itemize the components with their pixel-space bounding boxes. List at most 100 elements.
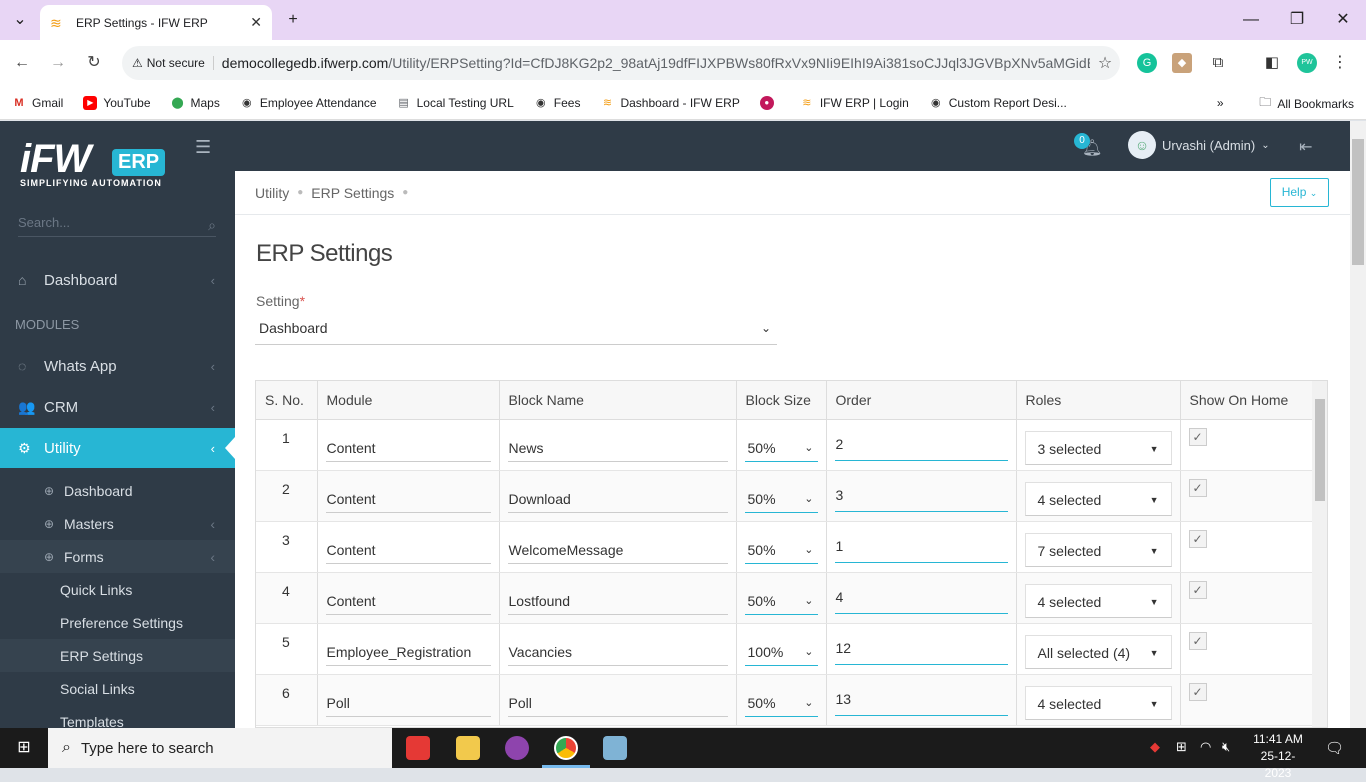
restore-icon[interactable]: ❐ <box>1274 0 1320 40</box>
anydesk-app-icon[interactable] <box>406 736 430 760</box>
order-input[interactable]: 2 <box>834 431 1008 461</box>
sidebar-link-quick-links[interactable]: Quick Links <box>0 573 235 606</box>
not-secure-indicator[interactable]: ⚠ Not secure <box>132 56 214 70</box>
sidebar-item-utility[interactable]: ⚙ Utility ‹ <box>0 428 235 468</box>
sidebar-sub-dashboard[interactable]: ⊕ Dashboard <box>0 474 235 507</box>
wifi-icon[interactable]: ◠ <box>1200 739 1211 755</box>
block-size-select[interactable]: 50% ⌄ <box>744 434 818 462</box>
sidebar-item-whatsapp[interactable]: ◌ Whats App ‹ <box>0 346 235 386</box>
block-size-select[interactable]: 50% ⌄ <box>744 587 818 615</box>
order-input[interactable]: 4 <box>834 584 1008 614</box>
menu-kebab-icon[interactable]: ⋮ <box>1330 53 1350 73</box>
bookmark-gmail[interactable]: M Gmail <box>12 96 63 110</box>
anydesk-tray-icon[interactable]: ◆ <box>1150 739 1160 755</box>
bookmark-maps[interactable]: ⬤ Maps <box>171 96 220 110</box>
sidebar-item-dashboard[interactable]: ⌂ Dashboard ‹ <box>0 260 235 300</box>
logout-icon[interactable]: ⇤ <box>1299 137 1312 157</box>
taskbar-search[interactable]: ⌕ Type here to search <box>48 728 392 768</box>
notepad-app-icon[interactable] <box>603 736 627 760</box>
network-tray-icon[interactable]: ⊞ <box>1176 739 1187 755</box>
bookmark-dashboard-ifw[interactable]: ≋ Dashboard - IFW ERP <box>600 96 740 110</box>
roles-multiselect[interactable]: All selected (4) ▼ <box>1024 634 1172 669</box>
bookmark-youtube[interactable]: ▶ YouTube <box>83 95 151 110</box>
help-button[interactable]: Help ⌄ <box>1270 178 1329 207</box>
page-scrollbar[interactable] <box>1350 121 1366 728</box>
extensions-puzzle-icon[interactable]: ⧉ <box>1208 53 1228 73</box>
bookmark-custom-report[interactable]: ◉ Custom Report Desi... <box>929 96 1067 110</box>
windows-start-icon[interactable]: ⊞ <box>0 728 48 768</box>
sidebar-sub-masters[interactable]: ⊕ Masters ‹ <box>0 507 235 540</box>
sidebar-link-templates[interactable]: Templates <box>0 705 235 729</box>
table-scrollbar-thumb[interactable] <box>1315 399 1325 501</box>
order-input[interactable]: 13 <box>834 686 1008 716</box>
bookmark-red-site[interactable]: ● <box>759 95 780 110</box>
hamburger-menu-icon[interactable]: ☰ <box>195 137 211 158</box>
sidebar-sub-forms[interactable]: ⊕ Forms ‹ <box>0 540 235 573</box>
file-explorer-icon[interactable] <box>456 736 480 760</box>
roles-multiselect[interactable]: 3 selected ▼ <box>1024 430 1172 465</box>
side-panel-icon[interactable]: ◧ <box>1262 53 1282 73</box>
search-icon[interactable]: ⌕ <box>208 211 216 239</box>
new-tab-icon[interactable]: + <box>270 0 316 40</box>
browser-tab[interactable]: ≋ ERP Settings - IFW ERP ✕ <box>40 5 272 40</box>
bookmark-local-testing[interactable]: ▤ Local Testing URL <box>397 96 513 110</box>
all-bookmarks[interactable]: 🗀 All Bookmarks <box>1259 93 1354 114</box>
block-name-field[interactable]: Download <box>507 485 728 513</box>
sidebar-item-crm[interactable]: 👥 CRM ‹ <box>0 387 235 427</box>
sidebar-link-social-links[interactable]: Social Links <box>0 672 235 705</box>
show-on-home-checkbox[interactable]: ✓ <box>1188 478 1207 497</box>
ifw-erp-logo[interactable]: iFW ERP SIMPLIFYING AUTOMATION <box>18 131 218 191</box>
extension-icon[interactable]: ◆ <box>1172 53 1192 73</box>
close-window-icon[interactable]: ✕ <box>1320 0 1366 40</box>
roles-multiselect[interactable]: 7 selected ▼ <box>1024 532 1172 567</box>
sidebar-link-erp-settings[interactable]: ERP Settings <box>0 639 235 672</box>
roles-multiselect[interactable]: 4 selected ▼ <box>1024 583 1172 618</box>
block-name-field[interactable]: Poll <box>507 689 728 717</box>
chrome-app-icon[interactable] <box>554 736 578 760</box>
volume-muted-icon[interactable]: 🔇︎ <box>1222 739 1230 755</box>
block-size-select[interactable]: 50% ⌄ <box>744 689 818 717</box>
breadcrumb-utility[interactable]: Utility <box>255 185 289 201</box>
table-scrollbar[interactable] <box>1312 381 1327 727</box>
bookmarks-overflow-icon[interactable]: » <box>1217 96 1224 110</box>
grammarly-extension-icon[interactable]: G <box>1137 53 1157 73</box>
block-name-field[interactable]: Vacancies <box>507 638 728 666</box>
user-menu[interactable]: ☺ Urvashi (Admin) ⌄ <box>1128 131 1270 159</box>
module-field[interactable]: Content <box>325 485 491 513</box>
module-field[interactable]: Employee_Registration <box>325 638 491 666</box>
close-tab-icon[interactable]: ✕ <box>250 14 262 31</box>
roles-multiselect[interactable]: 4 selected ▼ <box>1024 481 1172 516</box>
sidebar-link-preference-settings[interactable]: Preference Settings <box>0 606 235 639</box>
order-input[interactable]: 12 <box>834 635 1008 665</box>
bookmark-star-icon[interactable]: ☆ <box>1090 53 1120 73</box>
taskbar-clock[interactable]: 11:41 AM 25-12-2023 <box>1248 731 1308 782</box>
block-name-field[interactable]: WelcomeMessage <box>507 536 728 564</box>
show-on-home-checkbox[interactable]: ✓ <box>1188 631 1207 650</box>
roles-multiselect[interactable]: 4 selected ▼ <box>1024 685 1172 720</box>
module-field[interactable]: Content <box>325 434 491 462</box>
show-on-home-checkbox[interactable]: ✓ <box>1188 580 1207 599</box>
wps-app-icon[interactable] <box>505 736 529 760</box>
notifications-icon[interactable]: 🗨︎ <box>1325 739 1344 757</box>
setting-select[interactable]: Dashboard ⌄ <box>255 313 777 345</box>
block-size-select[interactable]: 50% ⌄ <box>744 485 818 513</box>
reload-icon[interactable]: ↻ <box>82 51 106 75</box>
block-name-field[interactable]: News <box>507 434 728 462</box>
block-size-select[interactable]: 50% ⌄ <box>744 536 818 564</box>
block-size-select[interactable]: 100% ⌄ <box>744 638 818 666</box>
show-on-home-checkbox[interactable]: ✓ <box>1188 682 1207 701</box>
forward-icon[interactable]: → <box>46 51 70 75</box>
address-bar[interactable]: ⚠ Not secure democollegedb.ifwerp.com/Uti… <box>122 46 1120 80</box>
order-input[interactable]: 3 <box>834 482 1008 512</box>
sidebar-search-input[interactable]: Search... ⌕ <box>18 209 216 237</box>
show-on-home-checkbox[interactable]: ✓ <box>1188 529 1207 548</box>
bookmark-employee-attendance[interactable]: ◉ Employee Attendance <box>240 96 377 110</box>
url-text[interactable]: democollegedb.ifwerp.com/Utility/ERPSett… <box>222 55 1090 71</box>
page-scrollbar-thumb[interactable] <box>1352 139 1364 265</box>
bookmark-ifw-login[interactable]: ≋ IFW ERP | Login <box>800 96 909 110</box>
minimize-icon[interactable]: — <box>1228 0 1274 40</box>
bookmark-fees[interactable]: ◉ Fees <box>534 96 581 110</box>
order-input[interactable]: 1 <box>834 533 1008 563</box>
tab-search-icon[interactable]: ⌄ <box>0 0 40 40</box>
show-on-home-checkbox[interactable]: ✓ <box>1188 427 1207 446</box>
